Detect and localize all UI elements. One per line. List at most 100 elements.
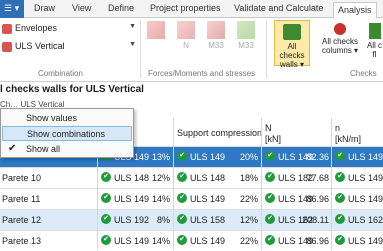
all-checks-columns-label: All checks columns ▾ [321, 37, 359, 55]
axial-force-icon [177, 21, 195, 39]
tab-analysis[interactable]: Analysis [333, 2, 377, 19]
support-compression-ratio-cell: 12% [239, 215, 258, 225]
all-checks-columns-button[interactable]: All checks columns ▾ [320, 20, 360, 66]
ribbon-separator [266, 20, 267, 78]
check-ok-icon: ✔ [177, 172, 187, 182]
check-ok-icon: ✔ [177, 193, 187, 203]
moment-m33-icon [207, 21, 225, 39]
menu-item-label: Show values [26, 113, 78, 123]
check-ok-icon: ✔ [101, 172, 111, 182]
columns-check-icon [334, 23, 346, 35]
check-ok-icon: ✔ [177, 214, 187, 224]
column-divider [173, 118, 174, 250]
context-menu: Show values Show combinations ✔ Show all [0, 108, 134, 158]
support-compression-ratio-cell: 20% [239, 152, 258, 162]
all-checks-walls-button[interactable]: All checks walls ▾ [274, 20, 310, 69]
check-ok-icon: ✔ [177, 151, 187, 161]
table-row[interactable]: Parete 13 ✔ ULS 149 14% ✔ ULS 149 22% ✔ ULS 149 8… [0, 230, 383, 251]
wall-name-cell: Parete 12 [2, 215, 42, 225]
menu-item-show-all[interactable]: ✔ Show all [2, 142, 132, 157]
ratio-cell: 8% [156, 215, 170, 225]
menu-item-show-values[interactable]: Show values [2, 111, 132, 126]
force-shape-icon [147, 21, 165, 39]
table-row[interactable]: Parete 12 ✔ ULS 192 8% ✔ ULS 158 12% ✔ ULS 162 20… [0, 209, 383, 230]
check-ok-icon: ✔ [101, 235, 111, 245]
tab-view[interactable]: View [72, 3, 91, 18]
combination-cell: ULS 149 [348, 152, 383, 162]
check-ok-icon: ✔ [265, 193, 275, 203]
combination-cell: ULS 149 [190, 236, 226, 246]
column-divider [331, 118, 332, 250]
support-compression-ratio-cell: 22% [239, 236, 258, 246]
moment-m33-alt-button[interactable]: M33 [234, 21, 258, 50]
check-ok-icon: ✔ [265, 214, 275, 224]
combination-cell: ULS 148 [114, 173, 150, 183]
tab-validate-and-calculate[interactable]: Validate and Calculate [234, 3, 323, 18]
floors-check-icon [368, 23, 381, 39]
check-ok-icon: ✔ [101, 214, 111, 224]
combination-cell: ULS 149 [348, 194, 383, 204]
check-ok-icon: ✔ [177, 235, 187, 245]
table-row[interactable]: Parete 11 ✔ ULS 149 14% ✔ ULS 149 22% ✔ ULS 149 8… [0, 188, 383, 209]
axial-force-button[interactable]: N [174, 21, 198, 50]
envelopes-dropdown[interactable]: Envelopes ▼ [0, 22, 138, 36]
column-divider [261, 118, 262, 250]
ratio-cell: 12% [151, 173, 170, 183]
check-ok-icon: ✔ [335, 172, 345, 182]
envelopes-icon [2, 24, 12, 34]
all-checks-walls-label: All checks walls ▾ [279, 42, 305, 69]
check-ok-icon: ✔ [265, 151, 275, 161]
menu-item-label: Show combinations [27, 129, 106, 139]
check-ok-icon: ✔ [335, 214, 345, 224]
axial-force-cell: 77.68 [306, 173, 329, 183]
check-ok-icon: ✔ [101, 193, 111, 203]
tab-draw[interactable]: Draw [34, 3, 55, 18]
moment-m33-alt-icon [237, 21, 255, 39]
ratio-cell: 13% [151, 152, 170, 162]
ribbon-tab-bar: ☰ ▾ Draw View Define Project properties … [0, 0, 383, 19]
combination-cell: ULS 149 [348, 173, 383, 183]
check-ok-icon: ✔ [265, 235, 275, 245]
page-title: l checks walls for ULS Vertical [0, 84, 144, 95]
envelopes-label: Envelopes [15, 23, 58, 33]
force-diagram-button[interactable] [144, 21, 168, 41]
axial-force-cell: 208.11 [302, 215, 329, 225]
combination-cell: ULS 148 [190, 173, 226, 183]
menu-item-label: Show all [26, 144, 61, 154]
combination-cell: ULS 149 [190, 194, 226, 204]
table-row[interactable]: Parete 10 ✔ ULS 148 12% ✔ ULS 148 18% ✔ ULS 182 7… [0, 167, 383, 188]
wall-name-cell: Parete 11 [2, 194, 41, 204]
file-menu-label: ☰ ▾ [4, 3, 20, 13]
axial-force-cell: 86.96 [306, 236, 329, 246]
axial-force-cell: 82.36 [306, 152, 329, 162]
ribbon-separator [140, 20, 141, 78]
check-ok-icon: ✔ [335, 151, 345, 161]
moment-m33-button[interactable]: M33 [204, 21, 228, 50]
uls-combination-label: ULS Vertical [15, 41, 65, 51]
ribbon-panel: Envelopes ▼ ULS Vertical ▼ Combination N… [0, 18, 383, 82]
menu-item-show-combinations[interactable]: Show combinations [2, 126, 132, 141]
combination-cell: ULS 162 [348, 215, 383, 225]
support-compression-ratio-cell: 18% [239, 173, 258, 183]
moment-m33-alt-label: M33 [238, 41, 254, 50]
uls-combination-dropdown[interactable]: ULS Vertical ▼ [0, 40, 138, 54]
tab-project-properties[interactable]: Project properties [150, 3, 221, 18]
checks-group-label: Checks [350, 69, 377, 78]
combination-cell: ULS 192 [114, 215, 150, 225]
all-checks-floors-label: All c fl [366, 41, 383, 59]
combination-icon [2, 42, 12, 52]
ratio-cell: 14% [151, 194, 170, 204]
wall-name-cell: Parete 13 [2, 236, 42, 246]
tab-define[interactable]: Define [108, 3, 134, 18]
chevron-down-icon: ▼ [129, 41, 136, 48]
combination-group-label: Combination [38, 69, 83, 78]
ratio-cell: 14% [151, 236, 170, 246]
file-menu-tab[interactable]: ☰ ▾ [0, 0, 24, 18]
combination-cell: ULS 149 [114, 236, 150, 246]
all-checks-floors-button[interactable]: All c fl [366, 20, 383, 66]
check-ok-icon: ✔ [335, 193, 345, 203]
combination-cell: ULS 149 [348, 236, 383, 246]
checkmark-icon: ✔ [8, 143, 17, 154]
wall-name-cell: Parete 10 [2, 173, 42, 183]
chevron-down-icon: ▼ [129, 23, 136, 30]
